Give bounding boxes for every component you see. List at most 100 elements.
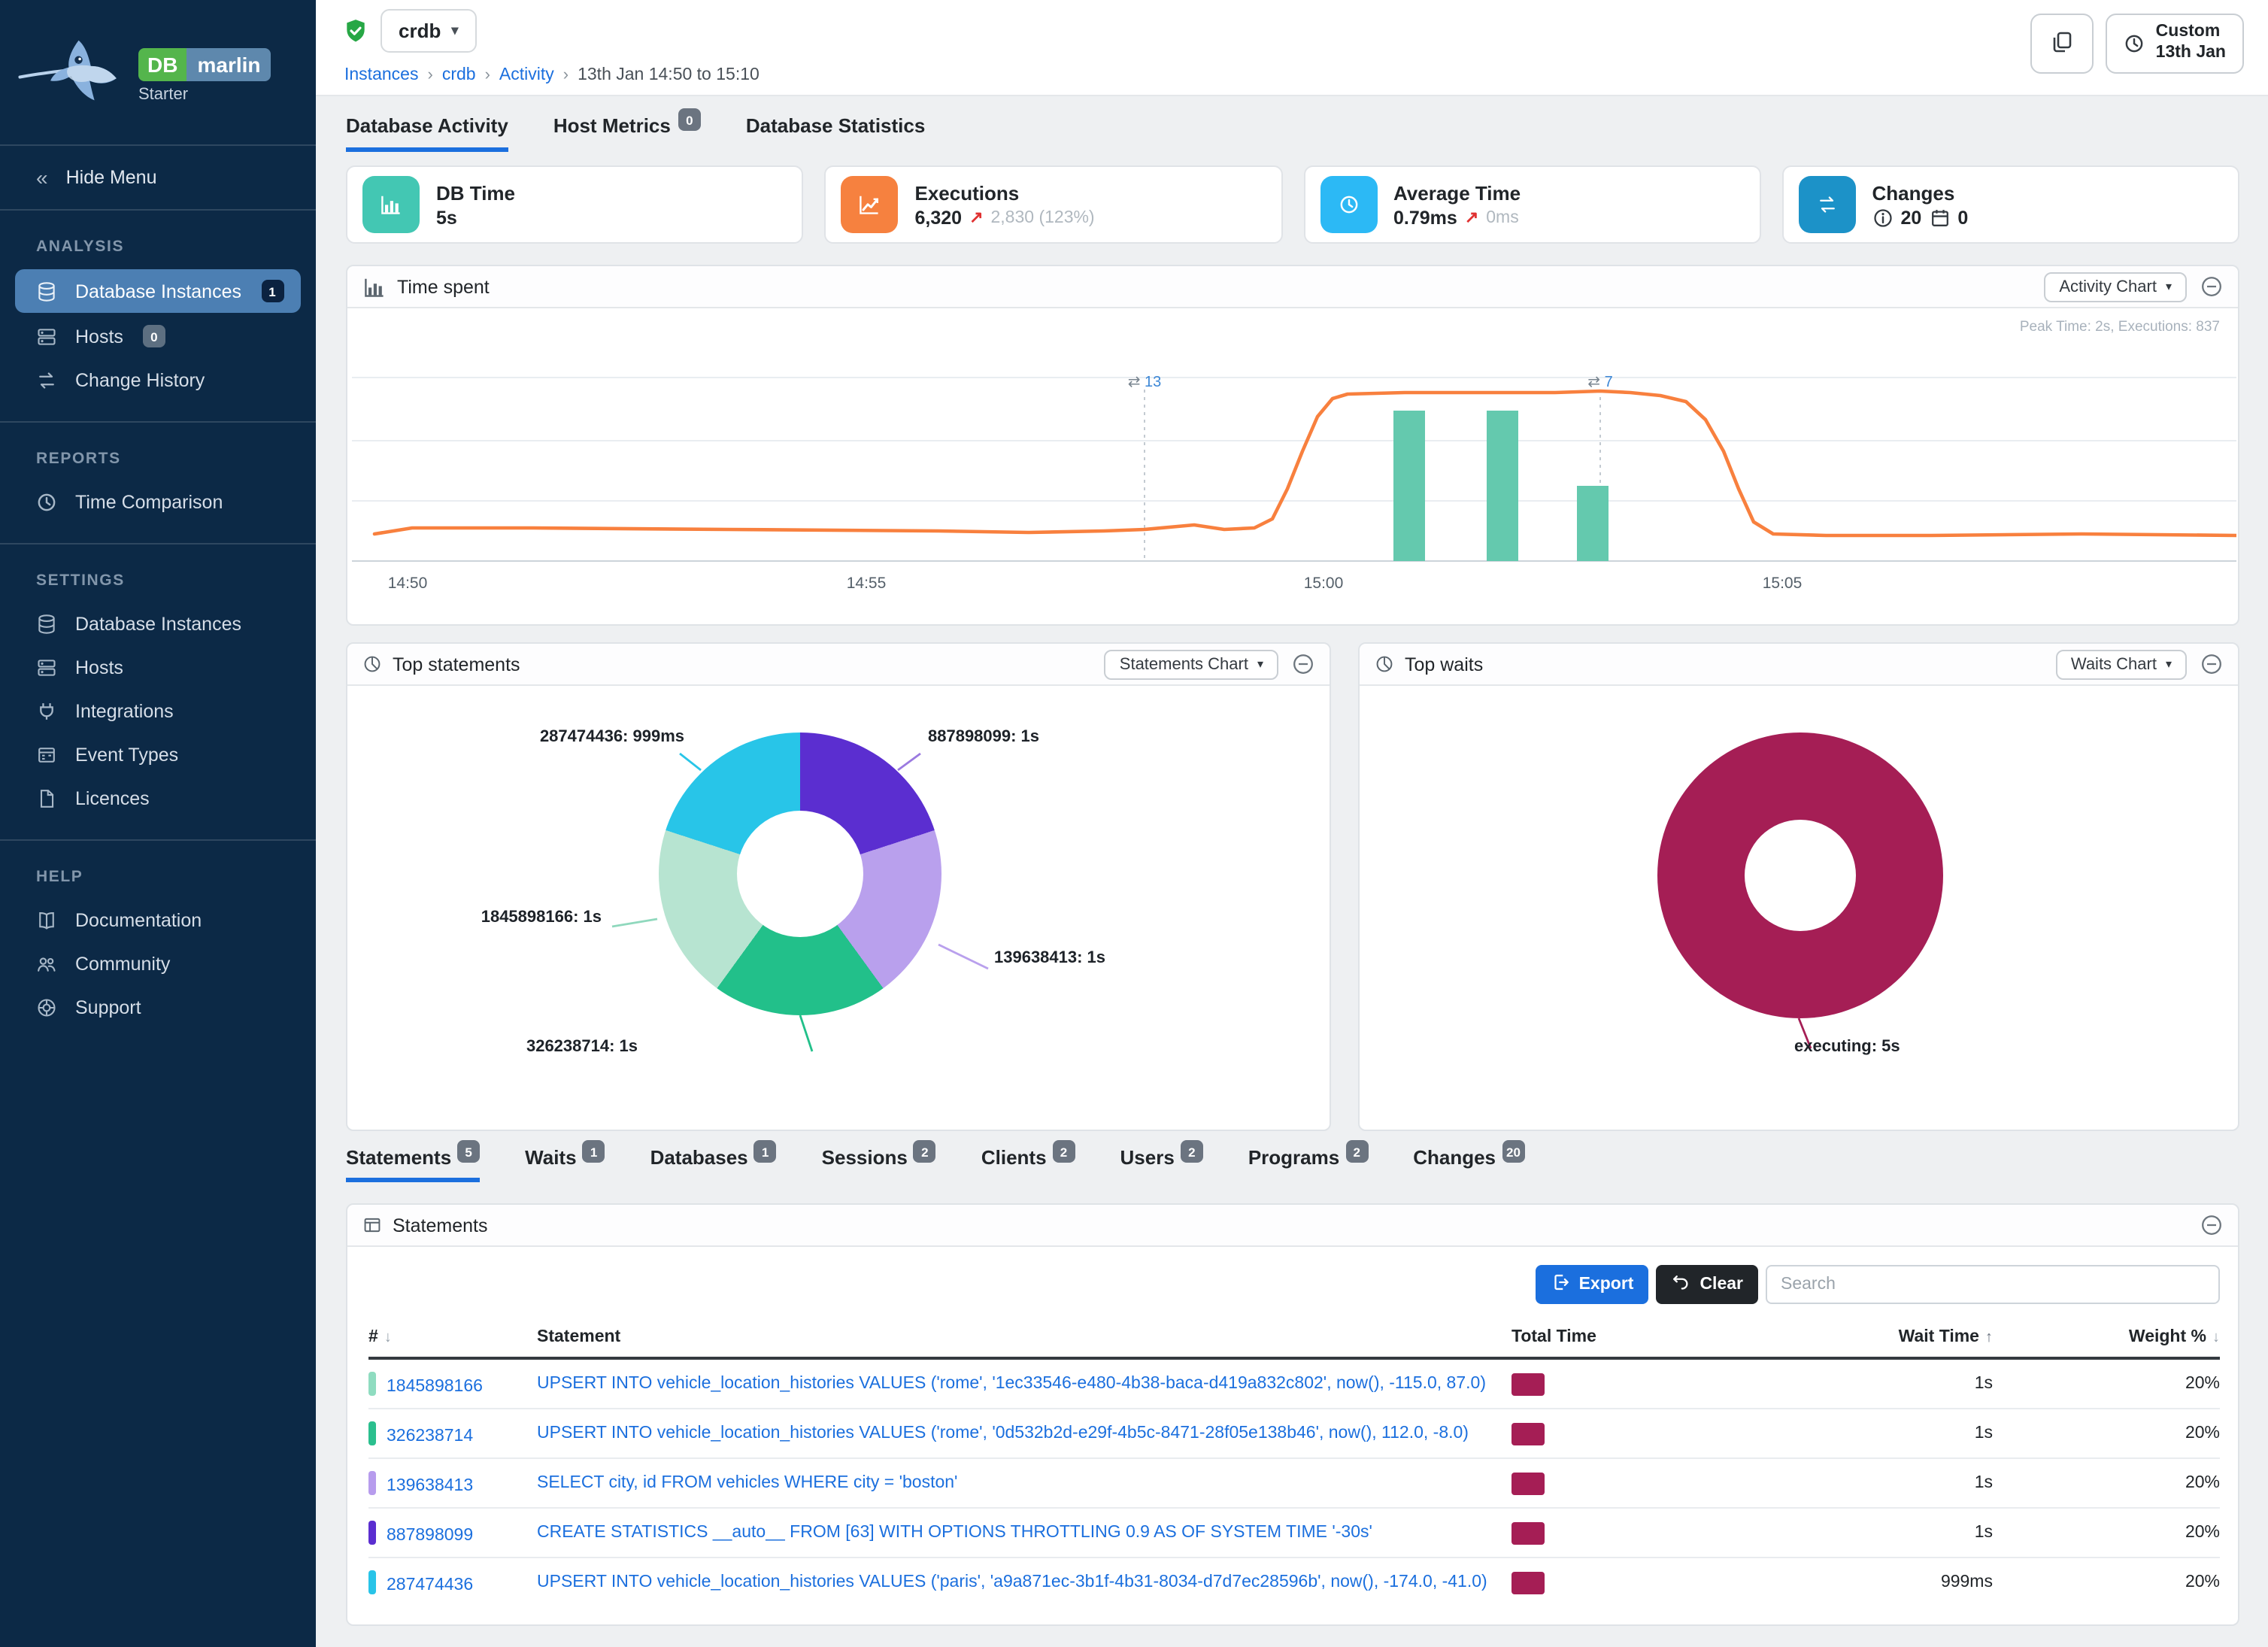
sidebar-item-database-instances[interactable]: Database Instances 1 xyxy=(15,269,301,313)
metric-card-average-time[interactable]: Average Time0.79ms↗0ms xyxy=(1303,165,1761,244)
statement-sql-link[interactable]: CREATE STATISTICS __auto__ FROM [63] WIT… xyxy=(537,1524,1372,1542)
clock-icon xyxy=(36,492,59,513)
collapse-icon[interactable] xyxy=(2200,653,2223,675)
time-range-button[interactable]: Custom 13th Jan xyxy=(2106,14,2244,74)
card-title: DB Time xyxy=(436,181,515,204)
range-mode: Custom xyxy=(2156,23,2221,41)
instance-selector[interactable]: crdb ▾ xyxy=(381,9,476,53)
statements-donut-chart[interactable] xyxy=(659,733,941,1015)
sidebar-item-hosts[interactable]: Hosts xyxy=(15,647,301,689)
statement-id-link[interactable]: 887898099 xyxy=(387,1527,473,1545)
count-badge: 1 xyxy=(261,280,284,302)
tab-database-statistics[interactable]: Database Statistics xyxy=(746,114,925,152)
donut-segment-label: 1845898166: 1s xyxy=(481,908,602,927)
statement-color-chip xyxy=(368,1471,376,1495)
metric-card-changes[interactable]: Changes200 xyxy=(1782,165,2240,244)
sidebar-item-event-types[interactable]: Event Types xyxy=(15,734,301,776)
sidebar-item-change-history[interactable]: Change History xyxy=(15,359,301,402)
x-axis-tick: 14:55 xyxy=(847,575,887,592)
sidebar-item-label: Database Instances xyxy=(75,281,241,302)
waits-chart-select[interactable]: Waits Chart▾ xyxy=(2056,649,2187,679)
wait-time-value: 1s xyxy=(1797,1508,1993,1558)
statement-id-link[interactable]: 287474436 xyxy=(387,1576,473,1594)
copy-button[interactable] xyxy=(2031,14,2094,74)
statement-sql-link[interactable]: UPSERT INTO vehicle_location_histories V… xyxy=(537,1424,1469,1442)
tab-label: Users xyxy=(1120,1146,1175,1169)
export-button[interactable]: Export xyxy=(1536,1265,1649,1304)
count-badge: 1 xyxy=(583,1140,605,1163)
breadcrumb-crdb[interactable]: crdb xyxy=(442,66,476,84)
sidebar-item-documentation[interactable]: Documentation xyxy=(15,899,301,942)
sidebar-item-integrations[interactable]: Integrations xyxy=(15,690,301,733)
detail-tab-changes[interactable]: Changes20 xyxy=(1413,1146,1525,1182)
sidebar-item-community[interactable]: Community xyxy=(15,943,301,985)
statement-sql-link[interactable]: UPSERT INTO vehicle_location_histories V… xyxy=(537,1573,1487,1591)
breadcrumb-activity[interactable]: Activity xyxy=(499,66,554,84)
detail-tab-sessions[interactable]: Sessions2 xyxy=(822,1146,936,1182)
sidebar-item-label: Event Types xyxy=(75,745,178,766)
sidebar-item-label: Community xyxy=(75,954,170,975)
card-value: 200 xyxy=(1872,207,1969,228)
metric-card-db-time[interactable]: DB Time5s xyxy=(346,165,804,244)
sort-down-icon: ↓ xyxy=(2212,1330,2220,1346)
total-time-bar xyxy=(1511,1372,1545,1395)
x-axis-tick: 14:50 xyxy=(388,575,428,592)
sidebar-item-time-comparison[interactable]: Time Comparison xyxy=(15,481,301,523)
time-spent-chart[interactable]: ⇄ 13⇄ 714:5014:5515:0015:05 xyxy=(352,326,2236,612)
column-header-weight[interactable]: Weight %↓ xyxy=(1993,1319,2220,1358)
range-date: 13th Jan xyxy=(2156,44,2226,62)
table-icon xyxy=(362,1215,382,1235)
detail-tab-users[interactable]: Users2 xyxy=(1120,1146,1203,1182)
sidebar-item-database-instances[interactable]: Database Instances xyxy=(15,603,301,645)
statement-sql-link[interactable]: SELECT city, id FROM vehicles WHERE city… xyxy=(537,1474,957,1492)
detail-tab-databases[interactable]: Databases1 xyxy=(650,1146,777,1182)
hide-menu-button[interactable]: « Hide Menu xyxy=(0,146,316,209)
dbmarlin-logo[interactable]: DBmarlin Starter xyxy=(0,0,316,144)
executions-bar[interactable] xyxy=(1487,411,1518,561)
statement-id-link[interactable]: 1845898166 xyxy=(387,1378,483,1396)
tab-host-metrics[interactable]: Host Metrics0 xyxy=(553,114,701,152)
topbar: crdb ▾ Instances›crdb›Activity›13th Jan … xyxy=(316,0,2268,96)
activity-chart-select[interactable]: Activity Chart▾ xyxy=(2044,271,2187,302)
hide-menu-label: Hide Menu xyxy=(66,167,157,188)
sort-down-icon: ↓ xyxy=(384,1330,392,1346)
caret-down-icon: ▾ xyxy=(2166,280,2172,293)
tab-database-activity[interactable]: Database Activity xyxy=(346,114,508,152)
sidebar-item-licences[interactable]: Licences xyxy=(15,778,301,820)
search-input[interactable] xyxy=(1766,1265,2220,1304)
collapse-icon[interactable] xyxy=(2200,275,2223,298)
bar-chart-icon xyxy=(362,176,420,233)
breadcrumb-instances[interactable]: Instances xyxy=(344,66,418,84)
waits-donut-chart[interactable] xyxy=(1657,733,1943,1018)
server-icon xyxy=(36,326,59,347)
metric-card-executions[interactable]: Executions6,320↗2,830 (123%) xyxy=(825,165,1283,244)
column-header-num[interactable]: #↓ xyxy=(368,1319,537,1358)
breadcrumb-13th-jan-14-50-to-15-10: 13th Jan 14:50 to 15:10 xyxy=(578,66,760,84)
detail-tab-programs[interactable]: Programs2 xyxy=(1248,1146,1368,1182)
detail-tab-clients[interactable]: Clients2 xyxy=(981,1146,1075,1182)
swap-icon xyxy=(1799,176,1856,233)
event-icon xyxy=(36,745,59,766)
executions-bar[interactable] xyxy=(1393,411,1425,561)
statement-id-link[interactable]: 326238714 xyxy=(387,1427,473,1445)
collapse-icon[interactable] xyxy=(2200,1214,2223,1236)
column-header-total-time[interactable]: Total Time xyxy=(1511,1319,1797,1358)
sidebar-item-label: Change History xyxy=(75,370,205,391)
executions-bar[interactable] xyxy=(1577,486,1609,561)
detail-tab-statements[interactable]: Statements5 xyxy=(346,1146,480,1182)
detail-tab-waits[interactable]: Waits1 xyxy=(525,1146,605,1182)
clear-button[interactable]: Clear xyxy=(1656,1265,1758,1304)
database-icon xyxy=(36,614,59,635)
statement-sql-link[interactable]: UPSERT INTO vehicle_location_histories V… xyxy=(537,1375,1486,1393)
column-header-wait-time[interactable]: Wait Time↑ xyxy=(1797,1319,1993,1358)
bar-chart-icon xyxy=(362,274,387,299)
wait-time-value: 1s xyxy=(1797,1358,1993,1409)
statements-chart-select[interactable]: Statements Chart▾ xyxy=(1105,649,1278,679)
statement-id-link[interactable]: 139638413 xyxy=(387,1477,473,1495)
statements-chart-select-label: Statements Chart xyxy=(1120,655,1248,673)
column-header-statement[interactable]: Statement xyxy=(537,1319,1511,1358)
collapse-icon[interactable] xyxy=(1292,653,1314,675)
count-badge: 2 xyxy=(1181,1140,1203,1163)
sidebar-item-support[interactable]: Support xyxy=(15,987,301,1029)
sidebar-item-hosts[interactable]: Hosts0 xyxy=(15,314,301,358)
